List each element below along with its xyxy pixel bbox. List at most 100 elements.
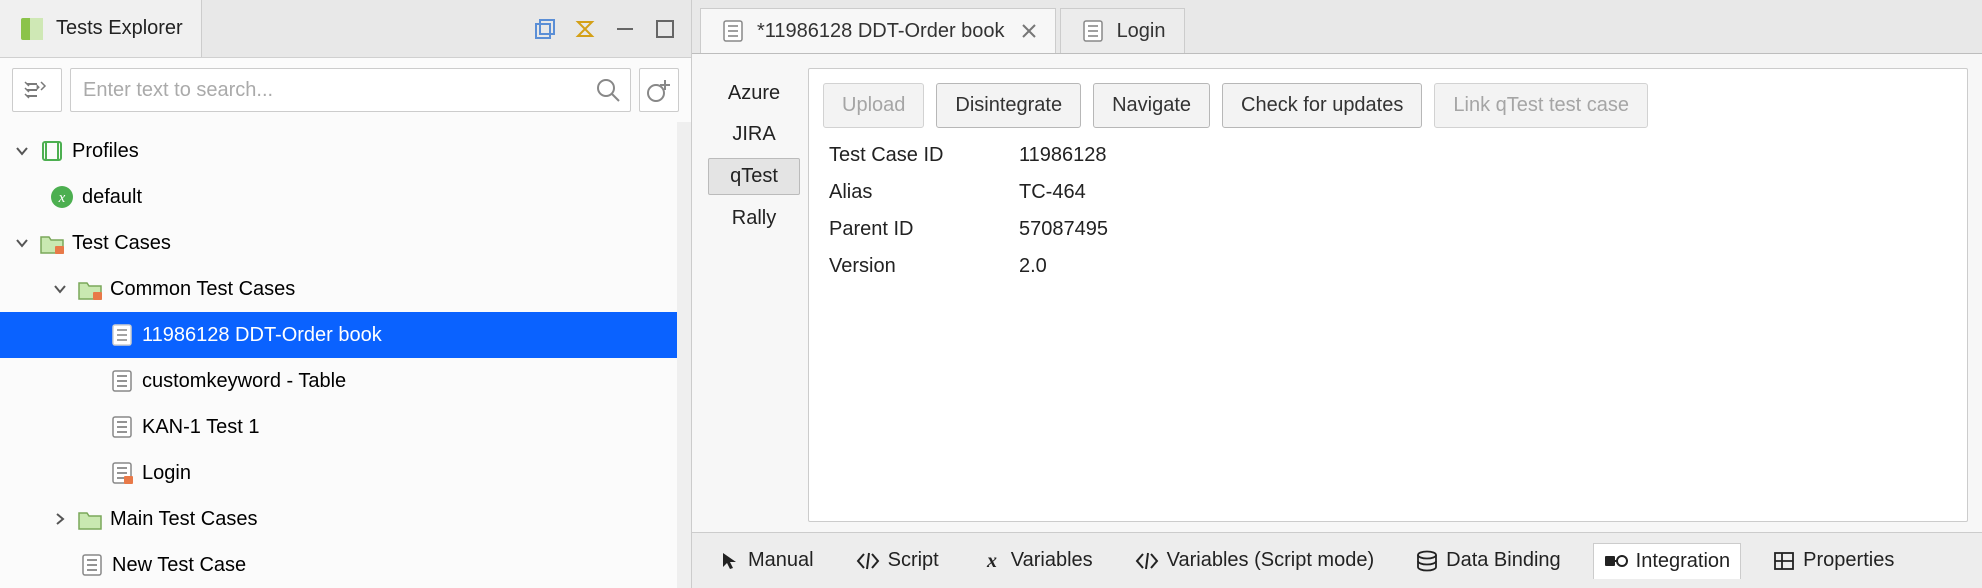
editor-panel: *11986128 DDT-Order book Login Azure JIR… <box>692 0 1982 588</box>
tab-label: Variables (Script mode) <box>1167 549 1374 572</box>
svg-text:x: x <box>986 551 997 571</box>
testcase-icon <box>108 321 136 349</box>
chevron-down-icon <box>50 279 70 299</box>
tab-label: Integration <box>1636 550 1731 573</box>
tree-testcases[interactable]: Test Cases <box>0 220 677 266</box>
field-label: Alias <box>829 181 999 204</box>
tree-scroll[interactable]: Profiles x default Test Cases <box>0 122 677 588</box>
code-icon <box>856 551 880 571</box>
editor-tab-label: Login <box>1117 20 1166 43</box>
svg-text:x: x <box>58 190 66 206</box>
tree-label: Test Cases <box>72 232 171 255</box>
tree-label: Common Test Cases <box>110 278 295 301</box>
tree-scrollbar[interactable] <box>677 122 691 588</box>
saved-search-button[interactable] <box>639 68 679 112</box>
tree-label: Main Test Cases <box>110 508 257 531</box>
tree-label: 11986128 DDT-Order book <box>142 324 382 347</box>
editor-tab-label: *11986128 DDT-Order book <box>757 20 1005 43</box>
maximize-icon[interactable] <box>651 15 679 43</box>
integration-tab-qtest[interactable]: qTest <box>708 158 800 195</box>
tab-label: Data Binding <box>1446 549 1561 572</box>
tree-label: default <box>82 186 142 209</box>
close-icon[interactable] <box>1021 23 1037 39</box>
tab-label: Manual <box>748 549 814 572</box>
grid-icon <box>1773 551 1795 571</box>
field-label: Parent ID <box>829 218 999 241</box>
navigate-button[interactable]: Navigate <box>1093 83 1210 128</box>
integration-content: Upload Disintegrate Navigate Check for u… <box>808 68 1968 522</box>
tab-manual[interactable]: Manual <box>710 543 824 578</box>
search-icon[interactable] <box>595 77 621 103</box>
search-bar <box>0 58 691 122</box>
field-value: 2.0 <box>1019 255 1953 278</box>
tab-variables-script[interactable]: Variables (Script mode) <box>1125 543 1384 578</box>
field-value: 57087495 <box>1019 218 1953 241</box>
field-value: 11986128 <box>1019 144 1953 167</box>
editor-tab-active[interactable]: *11986128 DDT-Order book <box>700 8 1056 53</box>
tree-area: Profiles x default Test Cases <box>0 122 691 588</box>
tab-label: Variables <box>1011 549 1093 572</box>
tree-label: New Test Case <box>112 554 246 577</box>
collapse-all-icon[interactable] <box>531 15 559 43</box>
explorer-tab[interactable]: Tests Explorer <box>0 0 202 57</box>
link-qtest-button[interactable]: Link qTest test case <box>1434 83 1648 128</box>
cursor-icon <box>720 551 740 571</box>
profile-icon: x <box>48 183 76 211</box>
tree-new-testcase[interactable]: New Test Case <box>0 542 677 588</box>
tree-item-kan1[interactable]: KAN-1 Test 1 <box>0 404 677 450</box>
tree-common[interactable]: Common Test Cases <box>0 266 677 312</box>
tree-main[interactable]: Main Test Cases <box>0 496 677 542</box>
folder-testcases-icon <box>38 229 66 257</box>
explorer-toolbar <box>531 15 691 43</box>
tab-data-binding[interactable]: Data Binding <box>1406 543 1571 578</box>
explorer-icon <box>18 15 46 43</box>
tab-integration[interactable]: Integration <box>1593 543 1742 579</box>
tab-label: Properties <box>1803 549 1894 572</box>
testcase-icon <box>108 459 136 487</box>
bottom-tabs: Manual Script x Variables Variables (Scr… <box>692 532 1982 588</box>
tests-explorer-panel: Tests Explorer <box>0 0 692 588</box>
tree-item-orderbook[interactable]: 11986128 DDT-Order book <box>0 312 677 358</box>
upload-button[interactable]: Upload <box>823 83 924 128</box>
field-label: Test Case ID <box>829 144 999 167</box>
minimize-icon[interactable] <box>611 15 639 43</box>
tab-label: Script <box>888 549 939 572</box>
tree-item-customkeyword[interactable]: customkeyword - Table <box>0 358 677 404</box>
chevron-right-icon <box>50 509 70 529</box>
tree-item-login[interactable]: Login <box>0 450 677 496</box>
editor-body: Azure JIRA qTest Rally Upload Disintegra… <box>692 54 1982 532</box>
field-value: TC-464 <box>1019 181 1953 204</box>
tab-variables[interactable]: x Variables <box>971 543 1103 578</box>
search-input[interactable] <box>70 68 631 112</box>
tab-properties[interactable]: Properties <box>1763 543 1904 578</box>
tree-profiles[interactable]: Profiles <box>0 128 677 174</box>
integration-tabs: Azure JIRA qTest Rally <box>692 54 808 532</box>
tree-label: Profiles <box>72 140 139 163</box>
filter-toggle[interactable] <box>12 68 62 112</box>
field-label: Version <box>829 255 999 278</box>
integration-tab-azure[interactable]: Azure <box>708 76 800 111</box>
editor-tab-inactive[interactable]: Login <box>1060 8 1185 53</box>
testcase-icon <box>78 551 106 579</box>
tab-script[interactable]: Script <box>846 543 949 578</box>
explorer-title: Tests Explorer <box>56 17 183 40</box>
tree-label: KAN-1 Test 1 <box>142 416 259 439</box>
testcase-icon <box>719 17 747 45</box>
integration-tab-rally[interactable]: Rally <box>708 201 800 236</box>
tree-profile-default[interactable]: x default <box>0 174 677 220</box>
link-editor-icon[interactable] <box>571 15 599 43</box>
check-updates-button[interactable]: Check for updates <box>1222 83 1422 128</box>
fields-grid: Test Case ID 11986128 Alias TC-464 Paren… <box>829 144 1953 278</box>
integration-tab-jira[interactable]: JIRA <box>708 117 800 152</box>
tree-label: Login <box>142 462 191 485</box>
integration-icon <box>1604 551 1628 571</box>
chevron-down-icon <box>12 233 32 253</box>
disintegrate-button[interactable]: Disintegrate <box>936 83 1081 128</box>
explorer-header: Tests Explorer <box>0 0 691 58</box>
button-row: Upload Disintegrate Navigate Check for u… <box>823 83 1953 128</box>
profiles-icon <box>38 137 66 165</box>
testcase-icon <box>108 367 136 395</box>
folder-icon <box>76 275 104 303</box>
code-icon <box>1135 551 1159 571</box>
testcase-icon <box>108 413 136 441</box>
